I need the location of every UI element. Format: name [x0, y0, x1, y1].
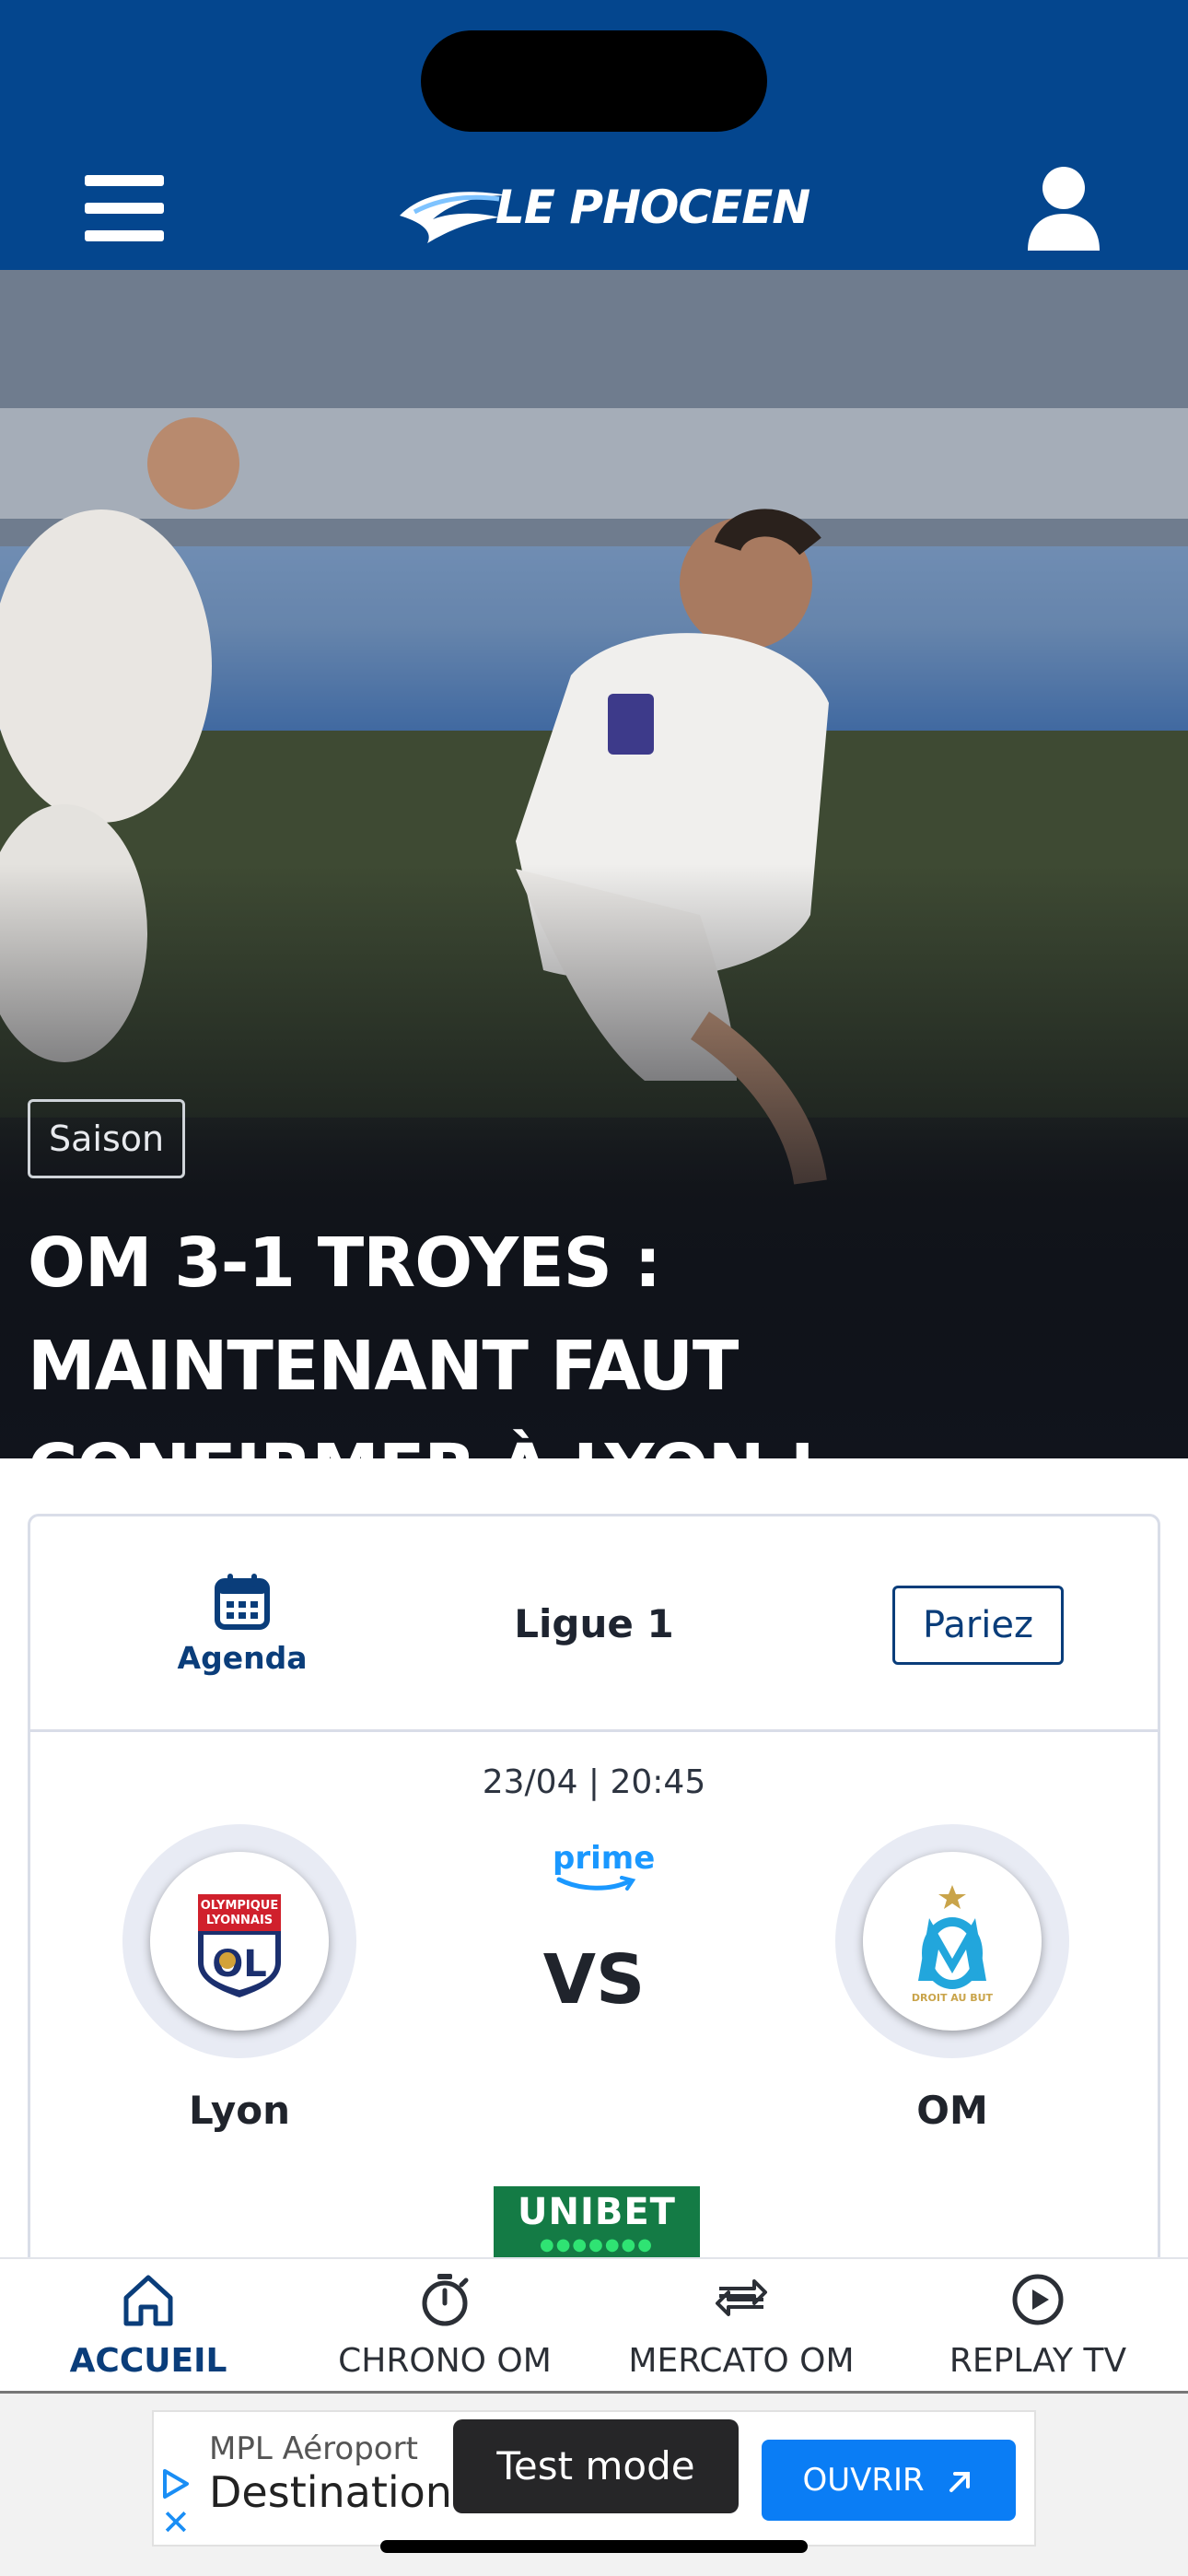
ad-cta-label: OUVRIR	[802, 2462, 925, 2499]
home-indicator[interactable]	[380, 2540, 808, 2553]
nav-chrono-om[interactable]: CHRONO OM	[297, 2270, 593, 2390]
le-phoceen-logo[interactable]: LE PHOCEEN	[396, 175, 810, 245]
ad-open-button[interactable]: OUVRIR	[762, 2440, 1016, 2521]
logo-text: LE PHOCEEN	[495, 181, 810, 234]
transfer-arrows-icon	[716, 2279, 767, 2316]
home-team-name: Lyon	[188, 2088, 291, 2133]
sponsor-dots: ●●●●●●●	[540, 2235, 654, 2254]
ad-title: Destination	[209, 2467, 452, 2517]
stopwatch-icon	[422, 2274, 469, 2326]
nav-replay-tv[interactable]: REPLAY TV	[890, 2270, 1186, 2390]
menu-bar-icon	[85, 230, 164, 241]
external-arrow-icon	[949, 2471, 970, 2492]
hamburger-menu-button[interactable]	[85, 175, 164, 241]
home-icon	[123, 2275, 173, 2326]
lyon-crest-bottom-text: LYONNAIS	[206, 1914, 273, 1927]
away-team-name: OM	[916, 2088, 988, 2133]
bottom-navigation: ACCUEIL CHRONO OM MERCATO OM REPLAY TV	[0, 2257, 1188, 2394]
lyon-crest-top-text: OLYMPIQUE	[201, 1899, 279, 1913]
match-card-header: Agenda Ligue 1 Pariez	[30, 1516, 1158, 1732]
hero-article[interactable]: Saison OM 3-1 TROYES : MAINTENANT FAUT C…	[0, 270, 1188, 1458]
nav-accueil[interactable]: ACCUEIL	[0, 2270, 297, 2390]
lyon-crest-icon: OLYMPIQUE LYONNAIS OL	[198, 1894, 281, 1997]
profile-button[interactable]	[1026, 166, 1101, 251]
away-team-badge[interactable]: DROIT AU BUT	[835, 1824, 1069, 2058]
match-datetime: 23/04 | 20:45	[482, 1763, 706, 1801]
app-header: LE PHOCEEN	[0, 0, 1188, 270]
broadcaster-label: prime	[553, 1840, 656, 1877]
category-tag[interactable]: Saison	[28, 1099, 186, 1178]
nav-label: REPLAY TV	[949, 2342, 1127, 2380]
home-team-badge[interactable]: OLYMPIQUE LYONNAIS OL	[122, 1824, 356, 2058]
menu-bar-icon	[85, 175, 164, 186]
next-match-card: Agenda Ligue 1 Pariez 23/04 | 20:45 prim…	[28, 1514, 1160, 2269]
user-icon	[1028, 167, 1100, 251]
nav-label: MERCATO OM	[628, 2342, 855, 2380]
menu-bar-icon	[85, 203, 164, 214]
article-headline[interactable]: OM 3-1 TROYES : MAINTENANT FAUT CONFIRME…	[28, 1212, 1170, 1458]
prime-video-logo: prime	[553, 1840, 656, 1896]
test-mode-label: Test mode	[453, 2419, 739, 2513]
amazon-smile-icon	[556, 1876, 636, 1891]
adchoices-icon[interactable]	[159, 2467, 192, 2500]
ad-close-icon[interactable]: ✕	[161, 2504, 191, 2541]
om-crest-icon: DROIT AU BUT	[912, 1885, 994, 2004]
nav-mercato-om[interactable]: MERCATO OM	[593, 2270, 890, 2390]
om-crest-motto: DROIT AU BUT	[912, 1992, 994, 2004]
play-circle-icon	[1012, 2274, 1064, 2325]
ad-banner[interactable]: ✕ MPL Aéroport Destination Test mode OUV…	[152, 2410, 1036, 2547]
dynamic-island	[421, 30, 767, 132]
home-team-crest-holder: OLYMPIQUE LYONNAIS OL	[150, 1852, 329, 2031]
sponsor-label: UNIBET	[518, 2191, 676, 2233]
nav-label: ACCUEIL	[69, 2342, 227, 2380]
nav-label: CHRONO OM	[338, 2342, 552, 2380]
bet-button[interactable]: Pariez	[892, 1586, 1064, 1665]
ad-advertiser: MPL Aéroport	[209, 2430, 418, 2467]
away-team-crest-holder: DROIT AU BUT	[863, 1852, 1042, 2031]
